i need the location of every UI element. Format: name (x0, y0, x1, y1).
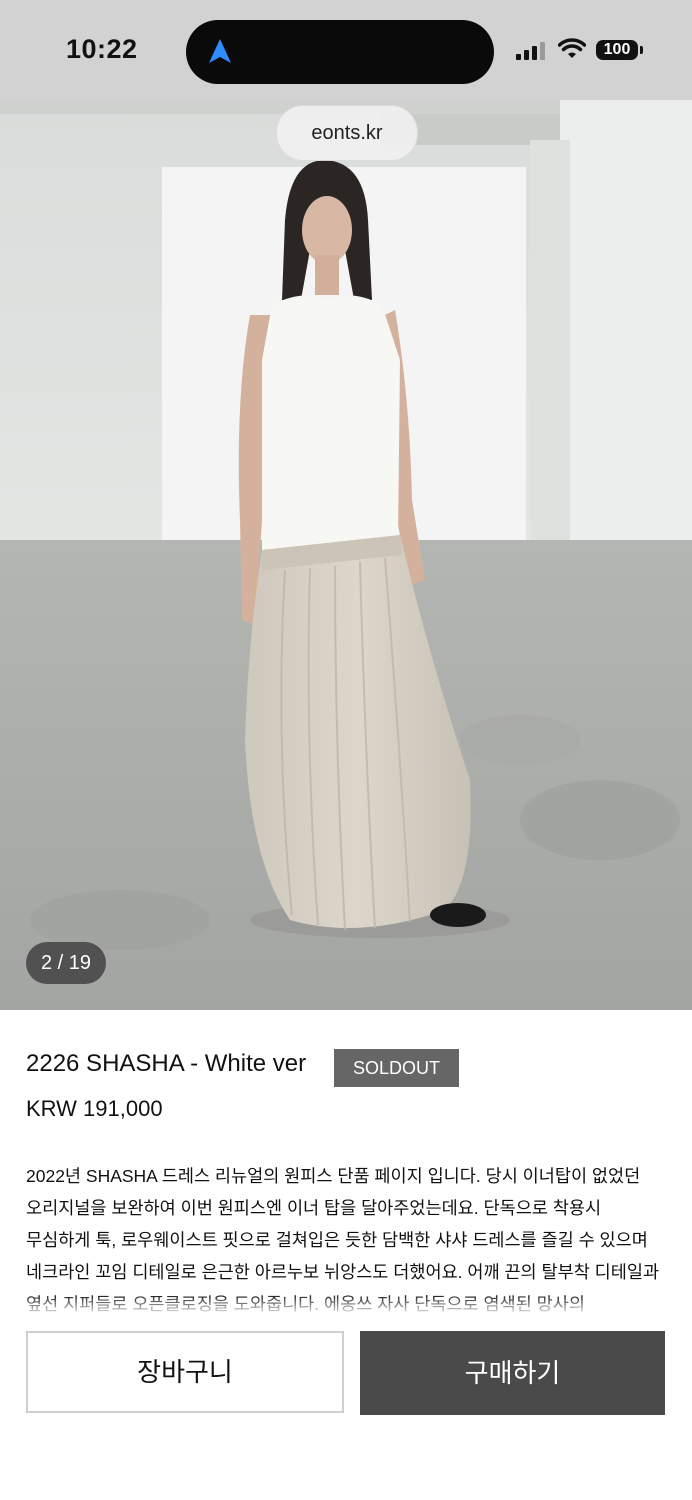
signal-icon (516, 42, 545, 60)
buy-now-button[interactable]: 구매하기 (360, 1331, 665, 1415)
soldout-badge: SOLDOUT (334, 1049, 459, 1087)
description-fade (0, 1294, 692, 1316)
product-image[interactable] (0, 100, 692, 1010)
wifi-icon (558, 38, 586, 58)
battery-icon: 100 (596, 40, 638, 60)
add-to-cart-button[interactable]: 장바구니 (26, 1331, 344, 1413)
dynamic-island (186, 20, 494, 84)
product-description: 2022년 SHASHA 드레스 리뉴얼의 원피스 단품 페이지 입니다. 당시… (26, 1166, 660, 1314)
navigation-arrow-icon (209, 39, 231, 63)
status-time: 10:22 (66, 34, 138, 64)
product-title: 2226 SHASHA - White ver (26, 1050, 307, 1077)
battery-tip (640, 46, 643, 54)
image-counter: 2 / 19 (26, 942, 106, 984)
browser-url-pill[interactable]: eonts.kr (276, 105, 418, 161)
status-bar: 10:22 100 (0, 0, 692, 100)
product-photo (0, 100, 692, 1010)
product-price: KRW 191,000 (26, 1096, 163, 1121)
